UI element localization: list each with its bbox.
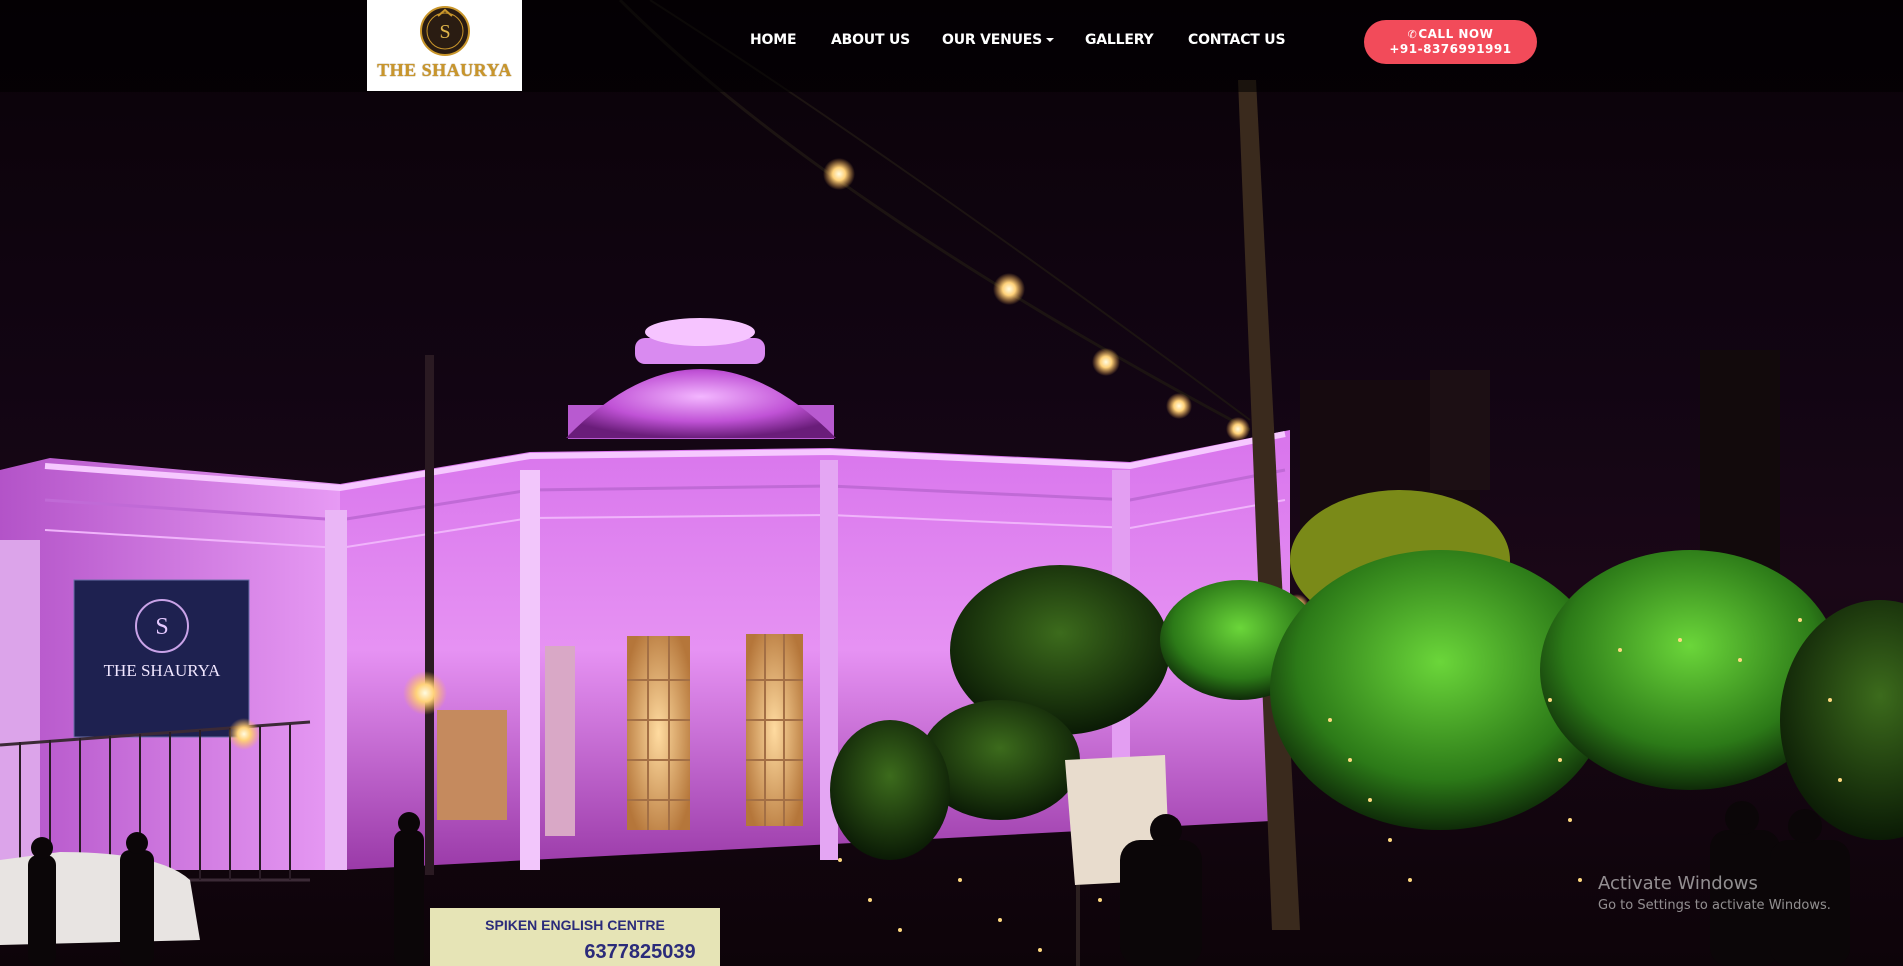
activate-windows-watermark: Activate Windows Go to Settings to activ… [1598,873,1831,913]
venue-night-scene: S THE SHAURYA SPIKEN ENGLISH CENTRE 6377… [0,0,1903,966]
hero-image: S THE SHAURYA SPIKEN ENGLISH CENTRE 6377… [0,0,1903,966]
brand-logo[interactable]: S THE SHAURYA [367,0,522,91]
street-sign-text: SPIKEN ENGLISH CENTRE [485,917,665,933]
logo-text: THE SHAURYA [377,60,512,80]
call-now-button[interactable]: ✆CALL NOW +91-8376991991 [1364,20,1537,64]
logo-letter: S [439,21,450,43]
phone-icon: ✆ [1407,28,1418,41]
nav-our-venues-label: OUR VENUES [942,32,1043,48]
sign-letter: S [155,614,168,640]
nav-gallery[interactable]: GALLERY [1085,32,1154,48]
sign-title: THE SHAURYA [104,661,221,680]
logo-emblem-icon: S [419,6,470,56]
watermark-title: Activate Windows [1598,873,1758,894]
nav-about-us[interactable]: ABOUT US [831,32,910,48]
watermark-subtitle: Go to Settings to activate Windows. [1598,898,1831,913]
street-sign-phone: 6377825039 [584,941,695,963]
top-navbar: S THE SHAURYA HOME ABOUT US OUR VENUES G… [0,0,1903,92]
nav-contact-us[interactable]: CONTACT US [1188,32,1286,48]
call-now-number: +91-8376991991 [1389,42,1512,56]
nav-home[interactable]: HOME [750,32,797,48]
call-now-label: CALL NOW [1418,27,1494,41]
chevron-down-icon [1046,38,1055,42]
nav-our-venues[interactable]: OUR VENUES [942,32,1055,48]
